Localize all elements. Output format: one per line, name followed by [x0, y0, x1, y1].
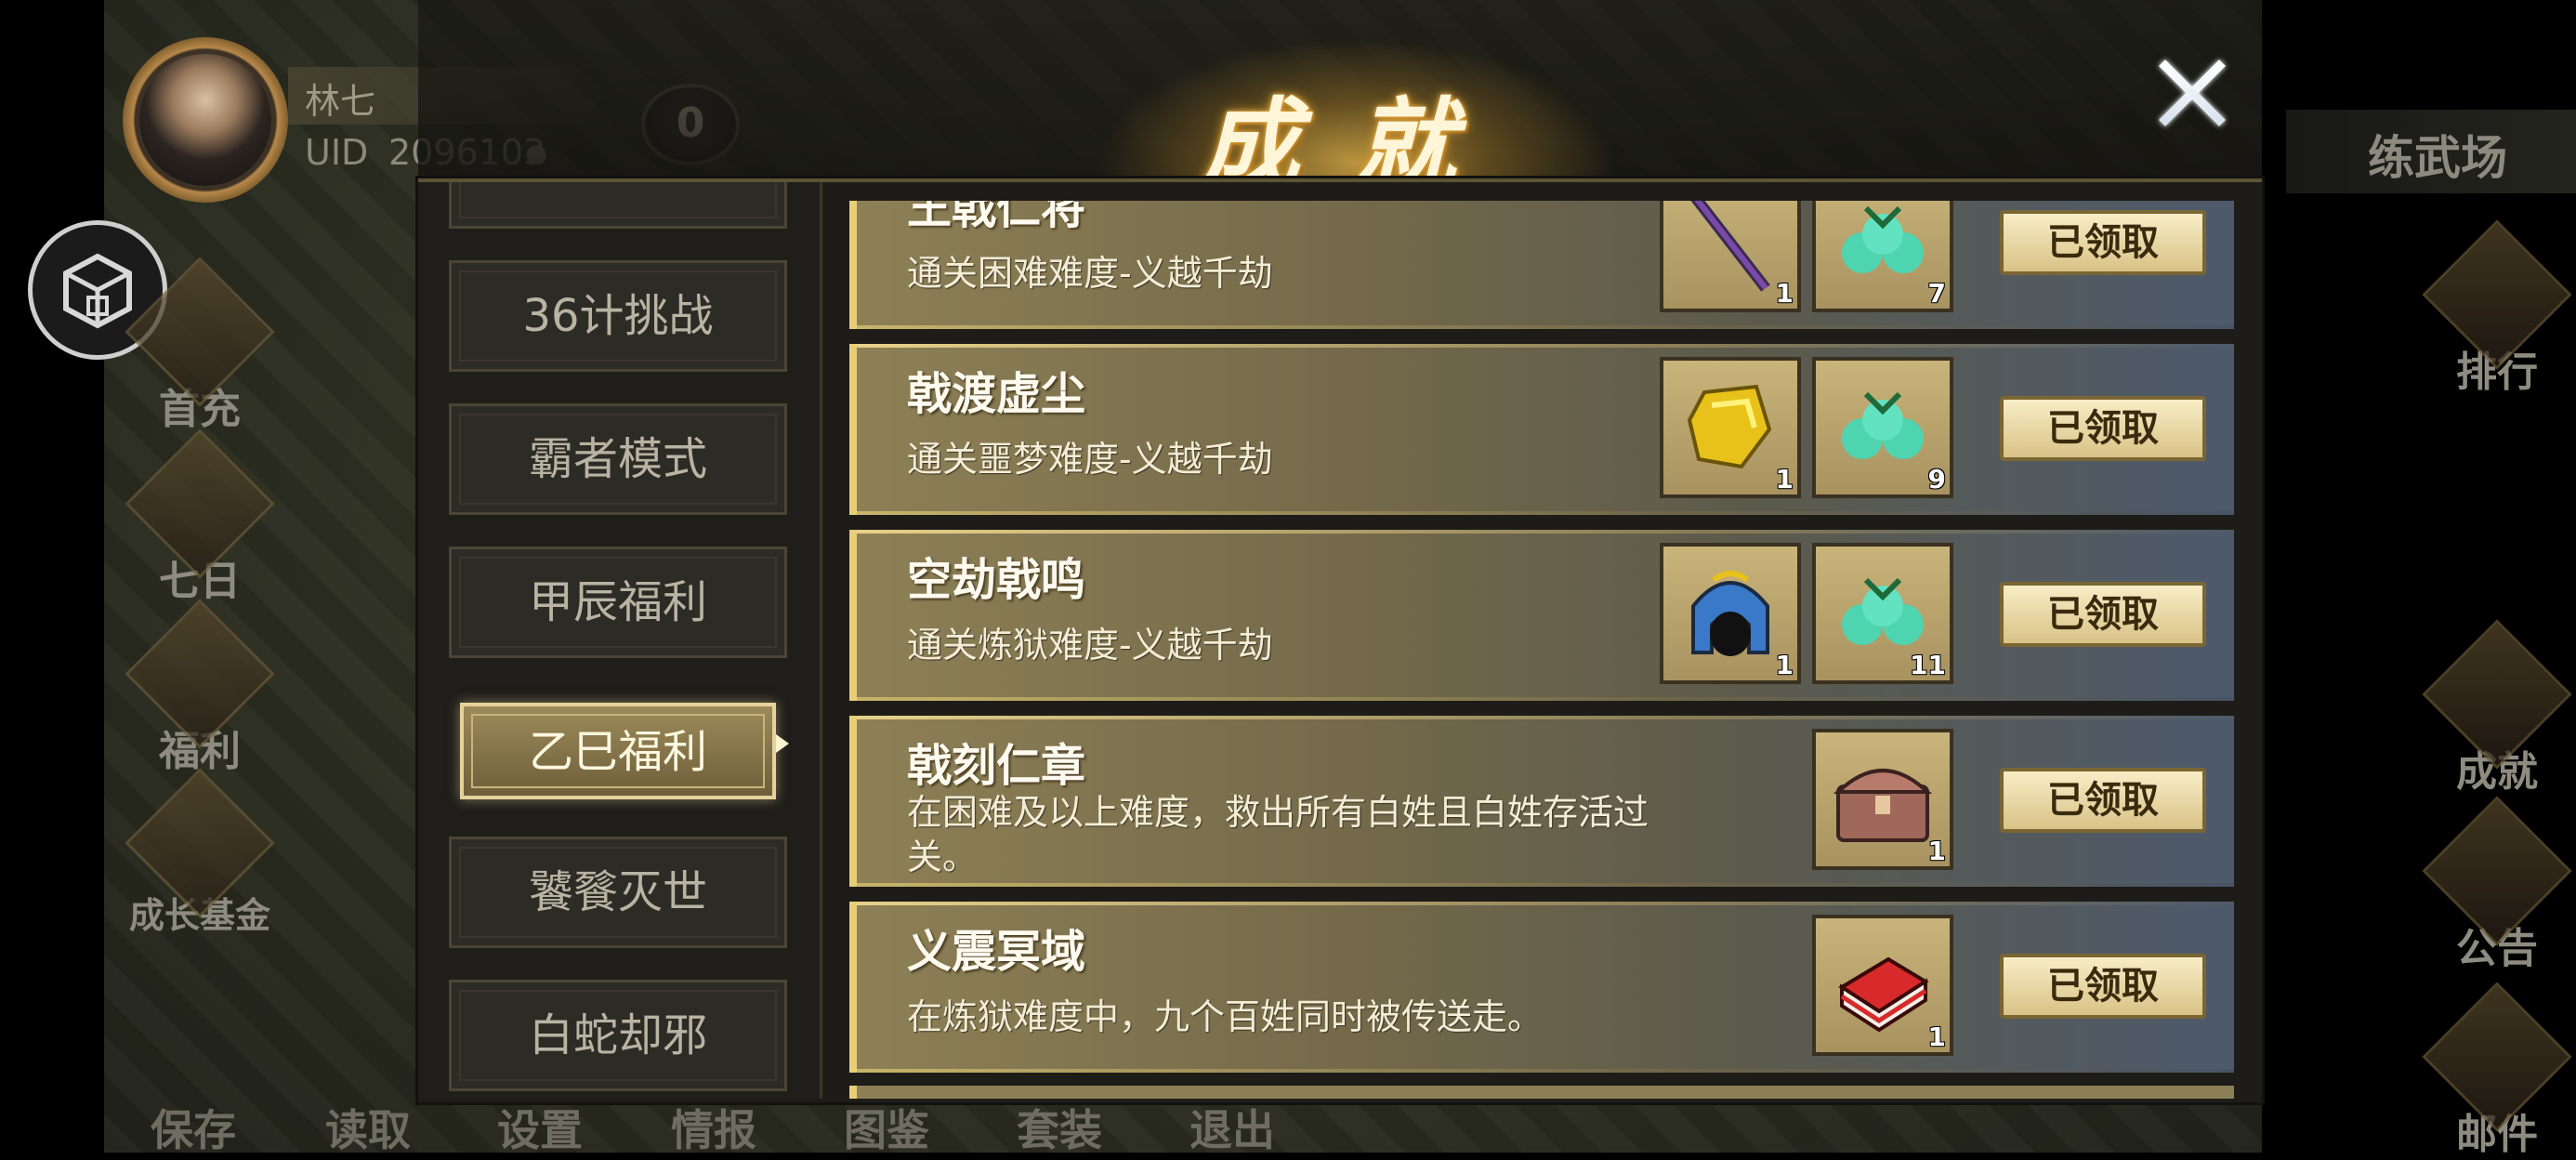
category-nav[interactable]: 36计挑战 霸者模式 甲辰福利 乙巳福利 饕餮灭世 白蛇却邪 — [418, 182, 822, 1099]
claimed-button[interactable]: 已领取 — [2000, 954, 2206, 1019]
achievement-desc: 通关噩梦难度-义越千劫 — [907, 439, 1273, 480]
claimed-button[interactable]: 已领取 — [2000, 768, 2206, 833]
halberd-icon — [1690, 201, 1770, 292]
ranking-button[interactable]: 排行 — [2422, 219, 2572, 398]
close-icon[interactable] — [2152, 54, 2230, 132]
nav-item-hidden[interactable] — [449, 182, 787, 229]
claimed-button[interactable]: 已领取 — [2000, 582, 2206, 647]
achievement-title: 戟刻仁章 — [907, 740, 1086, 792]
reward-qty: 7 — [1927, 278, 1946, 309]
reward-qty: 1 — [1775, 650, 1794, 680]
achievement-title: 空劫戟鸣 — [907, 554, 1086, 606]
nav-item-jiachen[interactable]: 甲辰福利 — [449, 547, 787, 658]
achievement-desc: 在困难及以上难度，救出所有白姓且白姓存活过关。 — [907, 792, 1649, 877]
achievement-desc: 通关困难难度-义越千劫 — [907, 253, 1273, 294]
reward-slot[interactable]: 7 — [1812, 201, 1953, 312]
reward-slot[interactable]: 11 — [1812, 543, 1953, 684]
reward-qty: 1 — [1927, 836, 1946, 866]
reward-qty: 11 — [1910, 650, 1946, 680]
mail-button[interactable]: 邮件 — [2422, 982, 2572, 1160]
avatar[interactable] — [139, 54, 271, 186]
growth-fund-button[interactable]: 成长基金 — [121, 768, 279, 938]
nav-item-taotie[interactable]: 饕餮灭世 — [449, 837, 787, 948]
codex-button[interactable]: 图鉴 — [844, 1097, 929, 1158]
seven-day-button[interactable]: 七日 — [125, 428, 275, 607]
book-icon — [1838, 956, 1929, 1033]
reward-qty: 1 — [1927, 1022, 1946, 1052]
claimed-button[interactable]: 已领取 — [2000, 210, 2206, 275]
exit-button[interactable]: 退出 — [1189, 1097, 1275, 1158]
achievement-row: 王戟仁将 通关困难难度-义越千劫 1 7 已领取 — [849, 201, 2234, 329]
reward-qty: 1 — [1775, 278, 1794, 309]
notice-button[interactable]: 公告 — [2422, 796, 2572, 974]
welfare-button[interactable]: 福利 — [125, 599, 275, 777]
reward-slot[interactable]: 1 — [1660, 543, 1801, 684]
set-button[interactable]: 套装 — [1017, 1097, 1102, 1158]
nav-item-36-challenge[interactable]: 36计挑战 — [449, 260, 787, 372]
reward-qty: 9 — [1927, 464, 1946, 494]
next-row-edge — [849, 1086, 2234, 1099]
achievement-desc: 在炼狱难度中，九个百姓同时被传送走。 — [907, 996, 1544, 1037]
gold-ingot-icon — [1687, 384, 1772, 469]
reward-slot[interactable]: 1 — [1660, 357, 1801, 498]
achievement-title: 义震冥域 — [907, 926, 1086, 978]
training-ground-button[interactable]: 练武场 — [2286, 110, 2576, 193]
first-charge-button[interactable]: 首充 — [125, 257, 275, 435]
reward-slot[interactable]: 1 — [1660, 201, 1801, 312]
claimed-button[interactable]: 已领取 — [2000, 396, 2206, 461]
reward-slot[interactable]: 1 — [1812, 729, 1953, 870]
training-ground-label: 练武场 — [2368, 130, 2507, 185]
jade-gem-icon — [1842, 205, 1924, 273]
settings-button[interactable]: 设置 — [497, 1097, 583, 1158]
achievement-list[interactable]: 王戟仁将 通关困难难度-义越千劫 1 7 已领取 戟渡虚尘 通关噩梦难度-义越千… — [849, 201, 2234, 1099]
cube-icon — [63, 253, 132, 329]
load-button[interactable]: 读取 — [325, 1097, 411, 1158]
helmet-icon — [1691, 571, 1769, 656]
reward-slot[interactable]: 9 — [1812, 357, 1953, 498]
save-button[interactable]: 保存 — [151, 1097, 236, 1158]
nav-item-white-snake[interactable]: 白蛇却邪 — [449, 980, 787, 1091]
achievement-desc: 通关炼狱难度-义越千劫 — [907, 625, 1273, 666]
jade-gem-icon — [1842, 391, 1924, 459]
achievement-button[interactable]: 成就 — [2422, 619, 2572, 798]
chest-icon — [1833, 769, 1932, 842]
achievement-row: 义震冥域 在炼狱难度中，九个百姓同时被传送走。 1 已领取 — [849, 902, 2234, 1073]
achievement-title: 王戟仁将 — [907, 201, 1086, 234]
achievement-row: 戟刻仁章 在困难及以上难度，救出所有白姓且白姓存活过关。 1 已领取 — [849, 716, 2234, 887]
nav-item-yisi[interactable]: 乙巳福利 — [460, 703, 776, 799]
reward-qty: 1 — [1775, 464, 1794, 494]
player-name: 林七 — [305, 81, 376, 122]
intel-button[interactable]: 情报 — [671, 1097, 756, 1158]
reward-slot[interactable]: 1 — [1812, 915, 1953, 1056]
achievement-row: 戟渡虚尘 通关噩梦难度-义越千劫 1 9 已领取 — [849, 344, 2234, 515]
active-arrow-icon — [776, 734, 789, 753]
uid-label: UID — [305, 132, 369, 173]
achievement-title: 戟渡虚尘 — [907, 368, 1086, 420]
achievement-row: 空劫戟鸣 通关炼狱难度-义越千劫 1 11 已领取 — [849, 530, 2234, 701]
nav-item-overlord[interactable]: 霸者模式 — [449, 403, 787, 515]
